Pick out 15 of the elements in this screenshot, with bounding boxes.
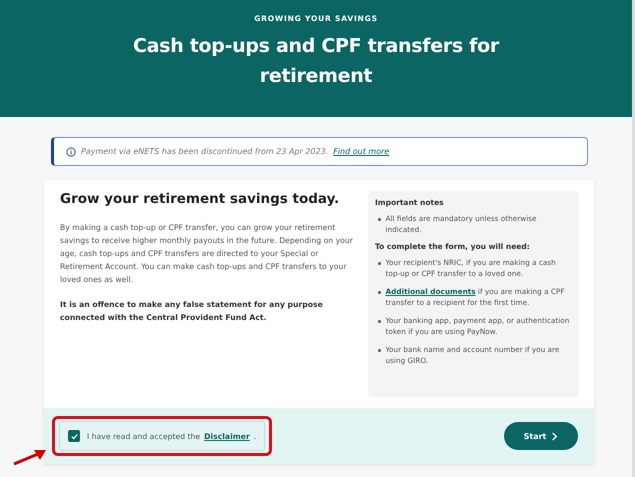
page-title: Cash top-ups and CPF transfers for retirement: [132, 34, 500, 89]
info-icon: [66, 146, 76, 156]
bullet-icon: [378, 218, 380, 220]
checkmark-icon: [70, 432, 78, 440]
section-heading: Grow your retirement savings today.: [60, 191, 340, 207]
bullet-icon: [378, 291, 380, 294]
bullet-icon: [378, 349, 380, 352]
bullet-icon: [378, 320, 380, 322]
checkbox[interactable]: [68, 430, 80, 442]
bullet-icon: [378, 262, 380, 264]
start-button[interactable]: Start: [504, 422, 578, 450]
annotation-arrow: [12, 448, 48, 466]
chevron-right-icon: [551, 432, 558, 440]
banner-message: Payment via eNETS has been discontinued from 23 Apr 2023.: [81, 147, 328, 156]
find-out-more-link[interactable]: Find out more: [333, 147, 390, 156]
